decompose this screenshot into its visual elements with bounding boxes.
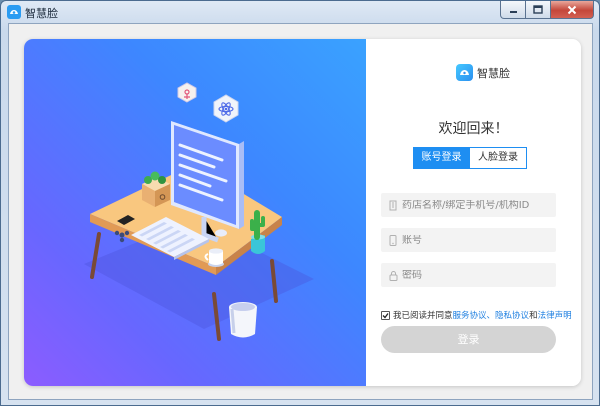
hero-illustration-panel xyxy=(24,39,366,386)
password-input[interactable] xyxy=(402,269,552,281)
password-field[interactable] xyxy=(381,263,556,287)
react-bubble-icon xyxy=(213,94,239,123)
maximize-icon xyxy=(533,5,543,14)
client-area: 智慧脸 欢迎回来！ 账号登录 人脸登录 药店名称/绑定手机号/机构ID 账号 我… xyxy=(8,23,593,400)
login-button[interactable]: 登录 xyxy=(381,326,556,353)
tab-face-login[interactable]: 人脸登录 xyxy=(470,147,527,169)
login-panel: 智慧脸 欢迎回来！ 账号登录 人脸登录 药店名称/绑定手机号/机构ID 账号 我… xyxy=(366,39,581,386)
login-mode-tabs: 账号登录 人脸登录 xyxy=(413,147,527,169)
window-title: 智慧脸 xyxy=(25,7,58,20)
login-card: 智慧脸 欢迎回来！ 账号登录 人脸登录 药店名称/绑定手机号/机构ID 账号 我… xyxy=(24,39,581,386)
brand-name: 智慧脸 xyxy=(477,66,510,80)
app-logo-icon xyxy=(7,5,21,19)
plant-box-icon xyxy=(142,171,170,207)
window-controls xyxy=(500,1,594,19)
desk-illustration xyxy=(84,82,314,341)
brand-logo-icon xyxy=(456,64,473,81)
lock-icon xyxy=(387,269,399,281)
checkmark-icon xyxy=(382,312,389,318)
agreement-separator: 、 xyxy=(486,311,496,321)
maximize-button[interactable] xyxy=(526,1,551,19)
agreement-row: 我已阅读并同意 服务协议 、 隐私协议 和 法律声明 xyxy=(381,309,572,321)
agreement-and: 和 xyxy=(529,311,538,321)
agreement-prefix: 我已阅读并同意 xyxy=(393,311,453,321)
service-agreement-link[interactable]: 服务协议 xyxy=(453,309,487,321)
app-window: 智慧脸 智慧脸 欢迎回来！ 账号登录 人脸登录 药店名称/绑定手机号/机构ID … xyxy=(0,0,600,406)
store-id-input[interactable] xyxy=(402,199,552,211)
agreement-checkbox[interactable] xyxy=(381,310,390,320)
minimize-button[interactable] xyxy=(500,1,526,19)
git-bubble-icon xyxy=(177,82,197,103)
minimize-icon xyxy=(509,10,517,13)
close-icon xyxy=(567,5,577,14)
title-bar[interactable]: 智慧脸 xyxy=(1,1,599,23)
welcome-heading: 欢迎回来！ xyxy=(438,121,509,137)
legal-statement-link[interactable]: 法律声明 xyxy=(538,309,572,321)
close-button[interactable] xyxy=(551,1,594,19)
building-icon xyxy=(387,199,399,211)
phone-icon xyxy=(387,234,399,246)
account-input[interactable] xyxy=(402,234,552,246)
account-field[interactable] xyxy=(381,228,556,252)
privacy-agreement-link[interactable]: 隐私协议 xyxy=(495,309,529,321)
trash-bin-icon xyxy=(229,302,257,338)
tab-account-login[interactable]: 账号登录 xyxy=(413,147,470,169)
store-id-field[interactable] xyxy=(381,193,556,217)
brand: 智慧脸 xyxy=(456,64,510,81)
